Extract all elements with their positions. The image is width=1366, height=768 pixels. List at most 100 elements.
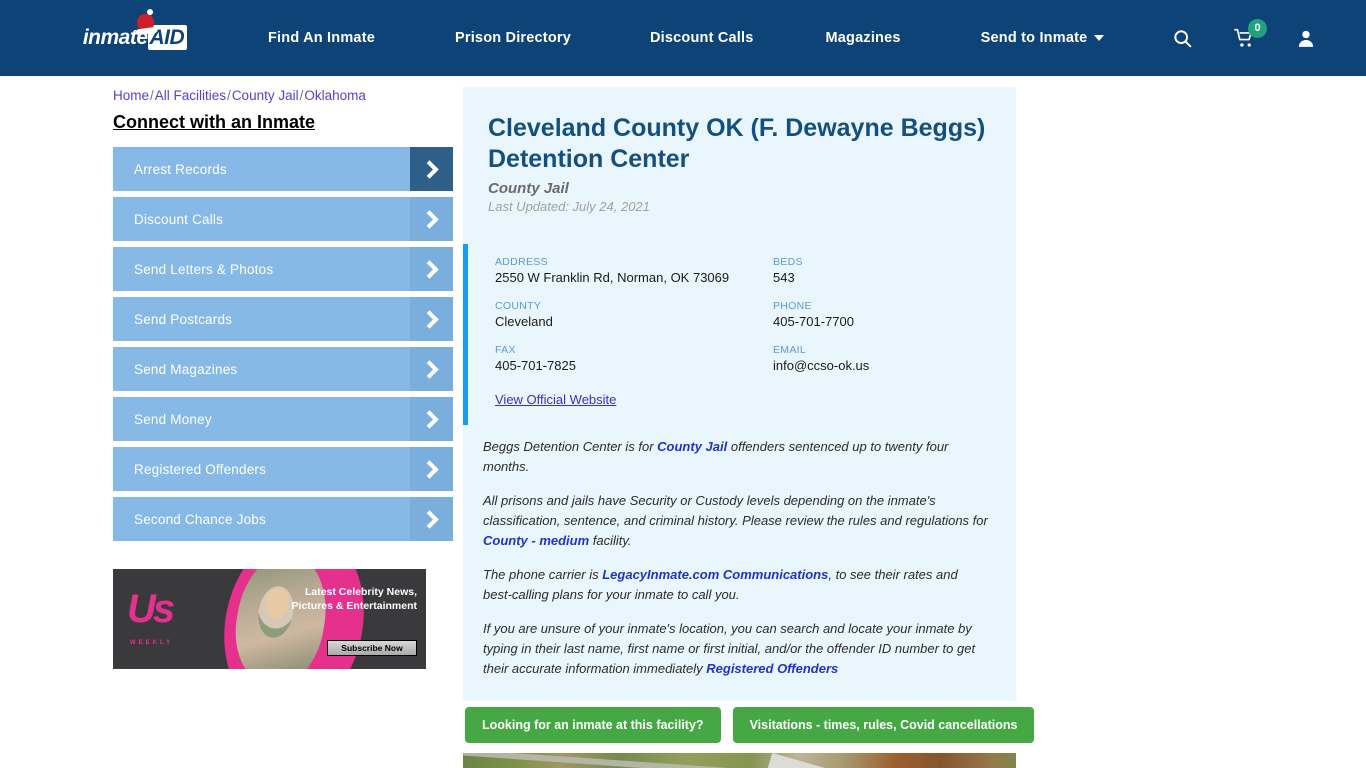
chevron-right-icon (410, 297, 453, 341)
page-body: Home/All Facilities/County Jail/Oklahoma… (0, 76, 1366, 768)
chevron-right-icon (410, 497, 453, 541)
chevron-right-icon (410, 147, 453, 191)
breadcrumb-separator: / (150, 88, 154, 103)
info-value: 405-701-7700 (773, 314, 854, 329)
chevron-down-icon (1094, 35, 1105, 41)
info-field-county: COUNTY Cleveland (495, 300, 773, 329)
ad-copy-text: Latest Celebrity News, Pictures & Entert… (291, 586, 417, 612)
info-label: EMAIL (773, 344, 807, 356)
sidebar-item-send-letters-photos[interactable]: Send Letters & Photos (113, 247, 453, 291)
info-label: COUNTY (495, 300, 542, 312)
breadcrumb-separator: / (227, 88, 231, 103)
sidebar-item-second-chance-jobs[interactable]: Second Chance Jobs (113, 497, 453, 541)
info-field-beds: BEDS 543 (773, 256, 1016, 285)
sidebar-item-arrest-records[interactable]: Arrest Records (113, 147, 453, 191)
sidebar-item-send-postcards[interactable]: Send Postcards (113, 297, 453, 341)
desc-text: Beggs Detention Center is for (483, 439, 658, 454)
sidebar-item-label: Send Money (134, 411, 212, 427)
info-value: 543 (773, 270, 795, 285)
info-field-fax: FAX 405-701-7825 (495, 344, 773, 373)
info-field-address: ADDRESS 2550 W Franklin Rd, Norman, OK 7… (495, 256, 773, 285)
ad-brand-sub: WEEKLY (130, 640, 174, 646)
nav-item-discount-calls[interactable]: Discount Calls (650, 20, 754, 56)
sidebar-item-send-money[interactable]: Send Money (113, 397, 453, 441)
desc-text: All prisons and jails have Security or C… (483, 493, 988, 528)
left-sidebar: Home/All Facilities/County Jail/Oklahoma… (113, 76, 453, 768)
info-value: Cleveland (495, 314, 553, 329)
sidebar-item-send-magazines[interactable]: Send Magazines (113, 347, 453, 391)
sidebar-item-label: Send Magazines (134, 361, 238, 377)
description-paragraph-1: Beggs Detention Center is for County Jai… (483, 437, 990, 477)
sidebar-item-discount-calls[interactable]: Discount Calls (113, 197, 453, 241)
info-field-phone: PHONE 405-701-7700 (773, 300, 1016, 329)
site-logo[interactable]: inmateAID (40, 11, 230, 53)
santa-hat-icon (134, 11, 157, 34)
desc-link-registered-offenders[interactable]: Registered Offenders (706, 661, 838, 676)
breadcrumb-item-home[interactable]: Home (113, 88, 149, 103)
sidebar-item-label: Send Postcards (134, 311, 233, 327)
info-label: FAX (495, 344, 516, 356)
info-label: PHONE (773, 300, 812, 312)
description-paragraph-4: If you are unsure of your inmate's locat… (483, 619, 990, 679)
description-paragraph-2: All prisons and jails have Security or C… (483, 491, 990, 551)
main-content: Cleveland County OK (F. Dewayne Beggs) D… (463, 76, 1035, 768)
info-value: 2550 W Franklin Rd, Norman, OK 73069 (495, 270, 730, 285)
user-icon[interactable] (1296, 28, 1316, 49)
breadcrumb-item-county-jail[interactable]: County Jail (232, 88, 299, 103)
ad-brand-logo: Us WEEKLY (127, 589, 175, 661)
page-title: Cleveland County OK (F. Dewayne Beggs) D… (488, 114, 986, 173)
nav-item-send-to-inmate-label: Send to Inmate (980, 30, 1088, 46)
info-field-email: EMAIL info@ccso-ok.us (773, 344, 1016, 373)
sidebar-item-label: Second Chance Jobs (134, 511, 266, 527)
info-label: ADDRESS (495, 256, 548, 268)
aerial-road (463, 753, 793, 768)
chevron-right-icon (410, 247, 453, 291)
sidebar-item-label: Registered Offenders (134, 461, 267, 477)
sidebar-item-label: Arrest Records (134, 161, 227, 177)
desc-link-county-jail[interactable]: County Jail (657, 439, 727, 454)
sidebar-item-registered-offenders[interactable]: Registered Offenders (113, 447, 453, 491)
breadcrumb-separator: / (299, 88, 304, 103)
site-header: inmateAID Find An Inmate Prison Director… (0, 0, 1366, 76)
logo-mark: inmateAID (83, 11, 188, 53)
desc-link-county-medium[interactable]: County - medium (483, 533, 589, 548)
main-navigation: Find An Inmate Prison Directory Discount… (240, 20, 1118, 56)
info-value: info@ccso-ok.us (773, 358, 870, 373)
header-icon-group: 0 (1172, 18, 1316, 49)
aerial-building (766, 753, 832, 768)
view-official-website-link[interactable]: View Official Website (495, 392, 616, 407)
logo-text: inmateAID (83, 25, 188, 50)
official-website-row: View Official Website (495, 391, 1016, 409)
sidebar-advertisement[interactable]: Us WEEKLY Latest Celebrity News, Pictures… (113, 569, 426, 669)
nav-item-send-to-inmate[interactable]: Send to Inmate (981, 20, 1105, 56)
visitations-button[interactable]: Visitations - times, rules, Covid cancel… (732, 707, 1035, 743)
breadcrumb-item-all-facilities[interactable]: All Facilities (155, 88, 226, 103)
chevron-right-icon (410, 347, 453, 391)
ad-subscribe-button[interactable]: Subscribe Now (327, 640, 417, 656)
facility-header: Cleveland County OK (F. Dewayne Beggs) D… (463, 113, 1016, 214)
desc-link-phone-carrier[interactable]: LegacyInmate.com Communications (602, 567, 828, 582)
nav-item-prison-directory[interactable]: Prison Directory (455, 20, 571, 56)
breadcrumb: Home/All Facilities/County Jail/Oklahoma (113, 76, 453, 106)
sidebar-item-label: Send Letters & Photos (134, 261, 274, 277)
breadcrumb-item-oklahoma[interactable]: Oklahoma (304, 88, 366, 103)
cta-button-row: Looking for an inmate at this facility? … (463, 701, 1035, 753)
nav-item-magazines[interactable]: Magazines (826, 20, 901, 56)
facility-type: County Jail (488, 180, 569, 197)
facility-description: Beggs Detention Center is for County Jai… (463, 425, 1016, 701)
chevron-right-icon (410, 397, 453, 441)
facility-info-block: ADDRESS 2550 W Franklin Rd, Norman, OK 7… (463, 244, 1016, 425)
sidebar-item-label: Discount Calls (134, 211, 224, 227)
description-paragraph-3: The phone carrier is LegacyInmate.com Co… (483, 565, 990, 605)
cart-icon[interactable]: 0 (1233, 18, 1267, 49)
desc-text: The phone carrier is (483, 567, 603, 582)
chevron-right-icon (410, 447, 453, 491)
sidebar-heading: Connect with an Inmate (113, 112, 316, 132)
info-label: BEDS (773, 256, 803, 268)
desc-text: facility. (589, 533, 632, 548)
search-icon[interactable] (1172, 28, 1193, 49)
facility-aerial-photo (463, 753, 1016, 768)
facility-card: Cleveland County OK (F. Dewayne Beggs) D… (463, 87, 1016, 701)
nav-item-find-an-inmate[interactable]: Find An Inmate (268, 20, 375, 56)
looking-for-inmate-button[interactable]: Looking for an inmate at this facility? (465, 707, 721, 743)
